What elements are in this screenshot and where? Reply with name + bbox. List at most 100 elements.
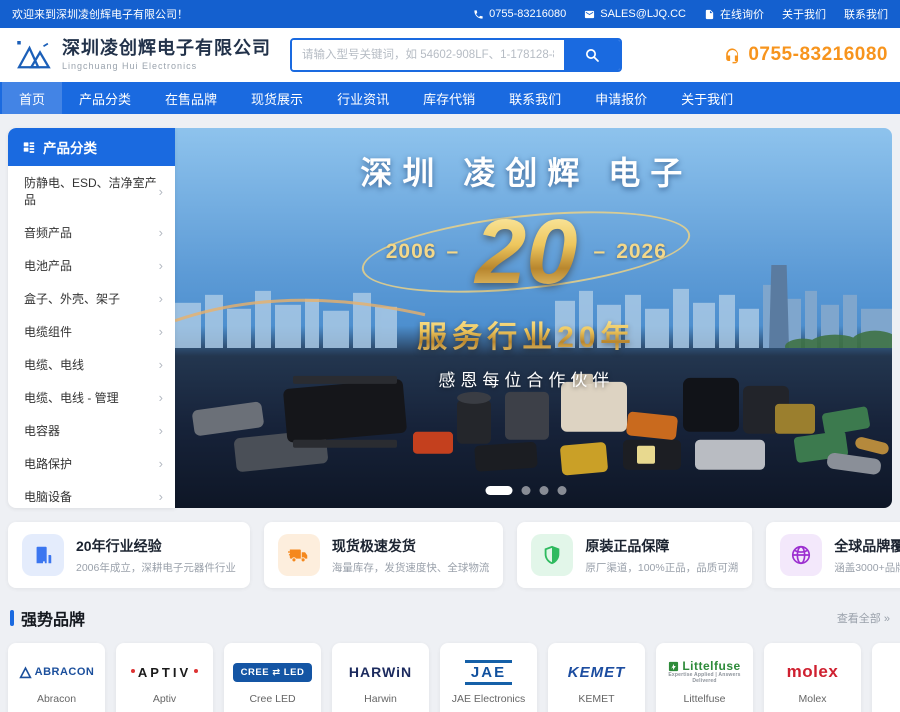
feature-desc: 2006年成立，深耕电子元器件行业 [76, 560, 236, 575]
building-icon [22, 534, 64, 576]
brand-name: Cree LED [249, 693, 295, 705]
category-item-circuit-protection[interactable]: 电路保护› [8, 447, 175, 480]
feature-desc: 海量库存，发货速度快、全球物流 [332, 560, 490, 575]
category-label: 电缆、电线 [24, 356, 84, 373]
feature-global-brands: 全球品牌覆盖 涵盖3000+品牌，百万种型号 [766, 522, 900, 588]
category-item-cable-management[interactable]: 电缆、电线 - 管理› [8, 381, 175, 414]
abracon-triangle-icon [19, 666, 32, 679]
topbar-email[interactable]: SALES@LJQ.CC [584, 8, 686, 20]
carousel-dot-1[interactable] [486, 486, 513, 495]
category-sidebar-header: 产品分类 [8, 128, 175, 166]
topbar-link-about[interactable]: 关于我们 [782, 6, 826, 22]
category-item-boxes[interactable]: 盒子、外壳、架子 › [8, 282, 175, 315]
topbar-link-inquiry-label: 在线询价 [720, 6, 764, 22]
jae-logo: JAE [465, 660, 512, 685]
company-name: 深圳凌创辉电子有限公司 [62, 39, 271, 59]
nav-item-contact[interactable]: 联系我们 [492, 82, 578, 114]
chevron-right-icon: › [159, 258, 163, 273]
company-logo[interactable]: 深圳凌创辉电子有限公司 Lingchuang Hui Electronics [12, 37, 290, 73]
molex-logo: molex [787, 657, 839, 687]
carousel-dot-2[interactable] [522, 486, 531, 495]
hotline: 0755-83216080 [723, 44, 888, 66]
brand-card-partial[interactable] [872, 643, 900, 712]
title-accent-bar [10, 610, 14, 626]
carousel-dots [486, 486, 567, 495]
brand-name: JAE Electronics [452, 693, 526, 705]
topbar-phone-number: 0755-83216080 [489, 8, 566, 20]
feature-desc: 原厂渠道，100%正品，品质可溯 [585, 560, 738, 575]
nav-item-home[interactable]: 首页 [2, 82, 62, 114]
aptiv-logo: APTIV [131, 657, 198, 687]
category-item-capacitors[interactable]: 电容器› [8, 414, 175, 447]
main-nav: 首页 产品分类 在售品牌 现货展示 行业资讯 库存代销 联系我们 申请报价 关于… [0, 82, 900, 114]
nav-item-brands[interactable]: 在售品牌 [148, 82, 234, 114]
chevron-right-icon: › [159, 390, 163, 405]
category-item-esd[interactable]: 防静电、ESD、洁净室产品› [8, 166, 175, 216]
chevron-right-icon: › [159, 489, 163, 504]
nav-item-about[interactable]: 关于我们 [664, 82, 750, 114]
search-button[interactable] [564, 40, 620, 70]
brand-card-jae[interactable]: JAE JAE Electronics [440, 643, 537, 712]
feature-cards: 20年行业经验 2006年成立，深耕电子元器件行业 现货极速发货 海量库存，发货… [8, 522, 892, 588]
nav-item-news[interactable]: 行业资讯 [320, 82, 406, 114]
topbar-link-inquiry[interactable]: 在线询价 [704, 6, 764, 22]
brand-card-molex[interactable]: molex Molex [764, 643, 861, 712]
brands-section-header: 强势品牌 查看全部 » [10, 606, 890, 630]
feature-fast-shipping: 现货极速发货 海量库存，发货速度快、全球物流 [264, 522, 504, 588]
category-item-computer-equipment[interactable]: 电脑设备› [8, 480, 175, 508]
category-label: 盒子、外壳、架子 [24, 290, 120, 307]
feature-desc: 涵盖3000+品牌，百万种型号 [834, 560, 900, 575]
feature-title: 20年行业经验 [76, 536, 236, 556]
brands-section-title: 强势品牌 [10, 606, 85, 630]
hero-banner[interactable]: 深圳 凌创辉 电子 2006 – 20 – 2026 服务行业20年 感恩每位合… [175, 128, 892, 508]
topbar-phone: 0755-83216080 [473, 8, 566, 20]
category-item-audio[interactable]: 音频产品› [8, 216, 175, 249]
feature-experience: 20年行业经验 2006年成立，深耕电子元器件行业 [8, 522, 250, 588]
brand-card-cree-led[interactable]: CREE ⇄ LED Cree LED [224, 643, 321, 712]
brand-card-aptiv[interactable]: APTIV Aptiv [116, 643, 213, 712]
chevron-right-icon: › [159, 423, 163, 438]
chevron-right-icon: › [159, 291, 163, 306]
topbar-email-text: SALES@LJQ.CC [600, 8, 686, 20]
carousel-dot-3[interactable] [540, 486, 549, 495]
truck-icon [278, 534, 320, 576]
phone-icon [473, 9, 484, 20]
brand-card-harwin[interactable]: HARWiN Harwin [332, 643, 429, 712]
search-bar [290, 38, 622, 72]
chevron-right-icon: › [159, 357, 163, 372]
shield-icon [531, 534, 573, 576]
brand-cards-row: ABRACON Abracon APTIV Aptiv CREE ⇄ LED C… [8, 643, 900, 712]
category-label: 电池产品 [24, 257, 72, 274]
brand-card-abracon[interactable]: ABRACON Abracon [8, 643, 105, 712]
nav-item-consignment[interactable]: 库存代销 [406, 82, 492, 114]
logo-mark-icon [12, 37, 54, 73]
brand-name: Harwin [364, 693, 397, 705]
cree-led-logo: CREE ⇄ LED [233, 663, 313, 682]
search-input[interactable] [292, 40, 564, 70]
topbar-link-contact[interactable]: 联系我们 [844, 6, 888, 22]
brand-name: Abracon [37, 693, 76, 705]
brand-name: Aptiv [153, 693, 176, 705]
nav-item-quote[interactable]: 申请报价 [578, 82, 664, 114]
brand-name: KEMET [578, 693, 614, 705]
brand-logo-text: APTIV [138, 665, 191, 680]
search-icon [584, 47, 600, 63]
category-item-battery[interactable]: 电池产品 › [8, 249, 175, 282]
kemet-logo: KEMET [568, 657, 626, 687]
feature-title: 原装正品保障 [585, 536, 738, 556]
category-item-cable-assemblies[interactable]: 电缆组件› [8, 315, 175, 348]
feature-title: 现货极速发货 [332, 536, 490, 556]
brand-card-littelfuse[interactable]: Littelfuse Expertise Applied | Answers D… [656, 643, 753, 712]
category-item-cables-wires[interactable]: 电缆、电线 › [8, 348, 175, 381]
category-sidebar-title: 产品分类 [43, 137, 97, 157]
view-all-link[interactable]: 查看全部 » [837, 610, 890, 626]
nav-item-categories[interactable]: 产品分类 [62, 82, 148, 114]
brand-card-kemet[interactable]: KEMET KEMET [548, 643, 645, 712]
category-label: 防静电、ESD、洁净室产品 [24, 174, 159, 208]
littelfuse-tagline: Expertise Applied | Answers Delivered [656, 673, 753, 684]
carousel-dot-4[interactable] [558, 486, 567, 495]
category-sidebar: 产品分类 防静电、ESD、洁净室产品› 音频产品› 电池产品› 盒子、外壳、架子… [8, 128, 175, 508]
feature-title: 全球品牌覆盖 [834, 536, 900, 556]
banner-title: 深圳 凌创辉 电子 [246, 148, 806, 194]
nav-item-stock[interactable]: 现货展示 [234, 82, 320, 114]
